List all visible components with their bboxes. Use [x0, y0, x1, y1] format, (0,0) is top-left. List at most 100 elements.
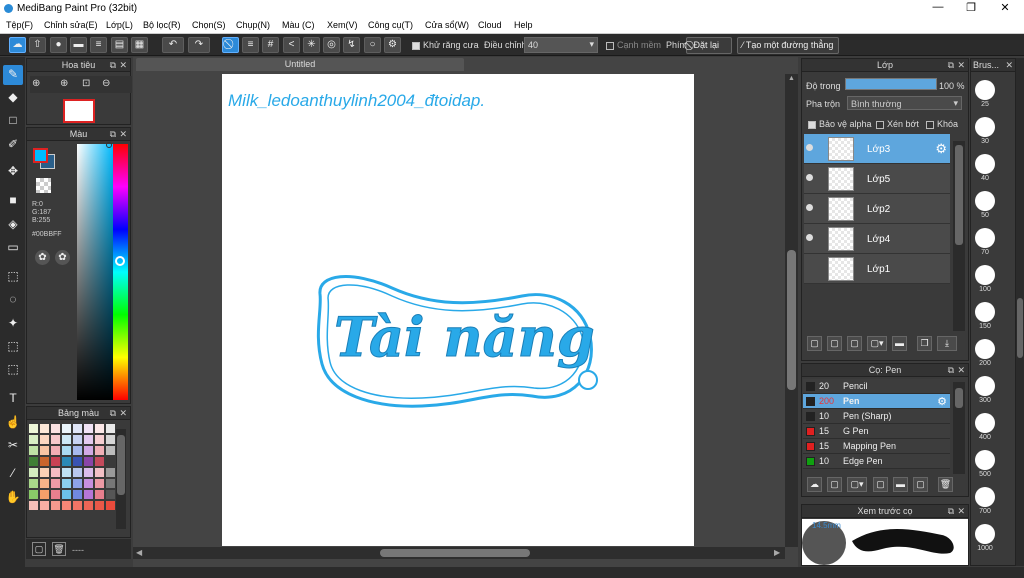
sv-cursor[interactable]	[106, 142, 112, 148]
brush-size-scroll-thumb[interactable]	[1017, 298, 1023, 358]
undock-icon[interactable]: ⧉	[948, 59, 954, 72]
magic-wand-tool-icon[interactable]: ✦	[3, 314, 23, 334]
brush-copy-icon[interactable]: ▢	[873, 477, 888, 492]
brush-row[interactable]: 10 Pen (Sharp)	[803, 409, 950, 424]
palette-swatch[interactable]	[84, 468, 93, 477]
eraser-tool-icon[interactable]: ◆	[3, 88, 23, 108]
palette-swatch[interactable]	[84, 479, 93, 488]
zoom-fit-icon[interactable]: ⊕	[32, 78, 40, 89]
undo-icon[interactable]: ↶	[162, 37, 184, 53]
shape-tool-icon[interactable]: ■	[3, 191, 23, 211]
share-icon[interactable]: ⇧	[29, 37, 46, 53]
lasso-tool-icon[interactable]: ◌	[3, 290, 23, 310]
palette-swatch[interactable]	[95, 435, 104, 444]
cloud-brush-icon[interactable]: ☁	[807, 477, 822, 492]
select-tool-icon[interactable]: ⬚	[3, 267, 23, 287]
undock-icon[interactable]: ⧉	[110, 59, 116, 72]
antialias-checkbox[interactable]: Khử răng cưa	[412, 40, 479, 50]
undock-icon[interactable]: ⧉	[110, 407, 116, 420]
palette-swatch[interactable]	[73, 435, 82, 444]
curve-snap-icon[interactable]: ↯	[343, 37, 360, 53]
palette-swatch[interactable]	[51, 501, 60, 510]
folder-icon[interactable]: ▬	[892, 336, 907, 351]
palette-swatch[interactable]	[95, 446, 104, 455]
brush-size-option[interactable]: 50	[975, 191, 995, 219]
v-scroll-thumb[interactable]	[787, 250, 796, 390]
palette-swatch[interactable]	[106, 468, 115, 477]
palette-swatch[interactable]	[106, 457, 115, 466]
palette-swatch[interactable]	[106, 435, 115, 444]
straight-line-button[interactable]: ⁄ Tạo một đường thẳng	[737, 37, 839, 54]
palette-swatch[interactable]	[51, 479, 60, 488]
palette-swatch[interactable]	[40, 479, 49, 488]
palette-swatch[interactable]	[106, 479, 115, 488]
document-icon[interactable]: ≡	[90, 37, 107, 53]
palette-swatch[interactable]	[29, 435, 38, 444]
palette-swatch[interactable]	[73, 468, 82, 477]
palette-swatch[interactable]	[84, 446, 93, 455]
soft-edge-checkbox[interactable]: Cạnh mềm	[606, 40, 661, 50]
palette-swatch[interactable]	[40, 490, 49, 499]
palette-swatch[interactable]	[73, 457, 82, 466]
brush-size-option[interactable]: 500	[975, 450, 995, 478]
brush-size-option[interactable]: 1000	[975, 524, 995, 552]
brush-row[interactable]: 200 Pen ⚙	[803, 394, 950, 409]
brush-row[interactable]: 20 Pencil	[803, 379, 950, 394]
palette-swatch[interactable]	[95, 424, 104, 433]
menu-edit[interactable]: Chỉnh sửa(E)	[44, 20, 98, 30]
brush-size-option[interactable]: 400	[975, 413, 995, 441]
move-tool-icon[interactable]: ✥	[3, 162, 23, 182]
close-icon[interactable]: ✕	[119, 59, 127, 72]
palette-swatch[interactable]	[106, 424, 115, 433]
palette-swatch[interactable]	[62, 457, 71, 466]
palette-swatch[interactable]	[62, 424, 71, 433]
new-palette-icon[interactable]: ▢	[32, 542, 46, 556]
circle-snap-icon[interactable]: ◎	[323, 37, 340, 53]
close-icon[interactable]: ✕	[957, 59, 965, 72]
palette-swatch[interactable]	[84, 457, 93, 466]
palette-swatch[interactable]	[95, 479, 104, 488]
palette-swatch[interactable]	[29, 457, 38, 466]
brush-row[interactable]: 15 Mapping Pen	[803, 439, 950, 454]
palette-swatch[interactable]	[62, 468, 71, 477]
eye-icon[interactable]	[806, 204, 813, 211]
palette-swatch[interactable]	[106, 446, 115, 455]
grid-icon[interactable]: ▦	[131, 37, 148, 53]
reset-button[interactable]: ⃠ Đặt lại	[686, 37, 732, 54]
palette-swatch[interactable]	[62, 490, 71, 499]
scroll-right-icon[interactable]: ▶	[774, 548, 780, 557]
palette-swatch[interactable]	[29, 479, 38, 488]
menu-view[interactable]: Xem(V)	[327, 20, 358, 30]
saturation-value-picker[interactable]	[77, 144, 113, 400]
new-layer-copy-icon[interactable]: ▢	[827, 336, 842, 351]
palette-swatch[interactable]	[95, 468, 104, 477]
palette-swatch[interactable]	[40, 468, 49, 477]
palette-swatch[interactable]	[73, 501, 82, 510]
dot-tool-icon[interactable]: □	[3, 111, 23, 131]
undock-icon[interactable]: ⧉	[110, 128, 116, 141]
eyedropper-tool-icon[interactable]: ⁄	[3, 464, 23, 484]
palette-swatch[interactable]	[84, 490, 93, 499]
gear-icon[interactable]: ⚙	[937, 395, 947, 408]
menu-layer[interactable]: Lớp(L)	[106, 20, 133, 30]
trash-icon[interactable]: 🗑	[938, 477, 953, 492]
palette-swatch[interactable]	[40, 446, 49, 455]
snap-off-icon[interactable]: ⃠	[222, 37, 239, 53]
close-icon[interactable]: ✕	[957, 364, 965, 377]
brush-add-menu-icon[interactable]: ▢▾	[847, 477, 867, 492]
menu-select[interactable]: Chọn(S)	[192, 20, 226, 30]
brush-tool-icon[interactable]: ✎	[3, 65, 23, 85]
navigator-preview[interactable]	[63, 99, 95, 123]
divide-tool-icon[interactable]: ✂	[3, 436, 23, 456]
layer-scroll-thumb[interactable]	[955, 145, 963, 245]
blur-tool-icon[interactable]: ✐	[3, 135, 23, 155]
opacity-slider[interactable]	[845, 78, 937, 90]
layer-row[interactable]: Lớp4	[804, 224, 950, 254]
chat-icon[interactable]: ▬	[70, 37, 87, 53]
hue-cursor[interactable]	[115, 256, 125, 266]
undock-icon[interactable]: ⧉	[948, 364, 954, 377]
maximize-button[interactable]: ❐	[954, 1, 988, 14]
palette-swatch[interactable]	[29, 424, 38, 433]
blend-select[interactable]: Bình thường ▾	[847, 96, 962, 110]
layer-row[interactable]: Lớp1	[804, 254, 950, 284]
